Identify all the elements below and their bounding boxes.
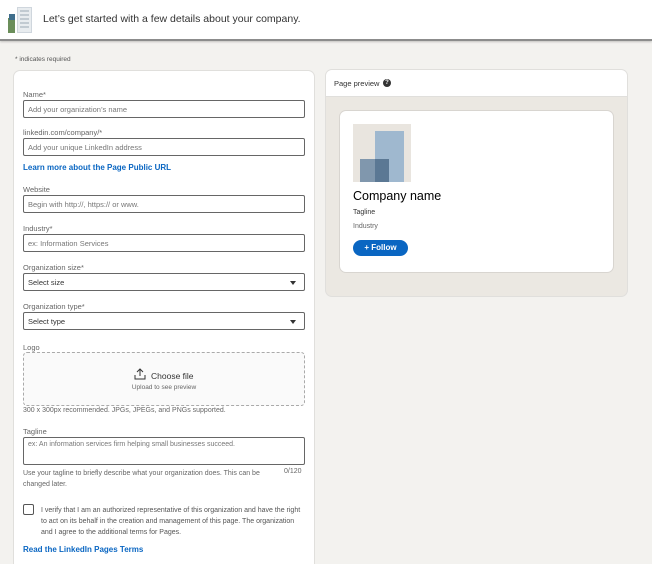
org-size-select[interactable]: Select size bbox=[23, 273, 305, 291]
org-type-label: Organization type* bbox=[23, 302, 85, 311]
page-preview-header: Page preview ? bbox=[326, 70, 627, 97]
website-input[interactable] bbox=[23, 195, 305, 213]
name-input[interactable] bbox=[23, 100, 305, 118]
chevron-down-icon bbox=[290, 281, 296, 285]
org-type-select[interactable]: Select type bbox=[23, 312, 305, 330]
company-tagline: Tagline bbox=[353, 209, 376, 216]
tagline-input[interactable] bbox=[23, 437, 305, 465]
tagline-counter: 0/120 bbox=[284, 468, 302, 475]
required-note: * indicates required bbox=[15, 56, 71, 63]
org-type-value: Select type bbox=[28, 317, 66, 326]
url-label: linkedin.com/company/* bbox=[23, 128, 103, 137]
industry-input[interactable] bbox=[23, 234, 305, 252]
building-logo-icon bbox=[360, 131, 404, 182]
logo-recommendation: 300 x 300px recommended. JPGs, JPEGs, an… bbox=[23, 407, 226, 414]
pages-terms-link[interactable]: Read the LinkedIn Pages Terms bbox=[23, 545, 143, 554]
help-icon[interactable]: ? bbox=[383, 79, 391, 87]
tagline-help-text: Use your tagline to briefly describe wha… bbox=[23, 470, 260, 488]
org-size-label: Organization size* bbox=[23, 263, 84, 272]
website-label: Website bbox=[23, 185, 50, 194]
choose-file-button[interactable]: Choose file bbox=[151, 371, 194, 381]
company-name: Company name bbox=[353, 189, 442, 203]
company-logo-placeholder bbox=[353, 124, 411, 182]
name-label: Name* bbox=[23, 90, 46, 99]
company-preview-card: Company name Tagline Industry + Follow bbox=[340, 111, 613, 272]
logo-upload-area[interactable]: Choose file Upload to see preview bbox=[23, 352, 305, 406]
page-preview-panel: Page preview ? Company name Tagline Indu… bbox=[326, 70, 627, 296]
url-input[interactable] bbox=[23, 138, 305, 156]
company-industry: Industry bbox=[353, 223, 378, 230]
upload-icon bbox=[134, 368, 146, 380]
page-header: Let’s get started with a few details abo… bbox=[0, 0, 652, 41]
learn-more-url-link[interactable]: Learn more about the Page Public URL bbox=[23, 163, 171, 172]
page-title: Let’s get started with a few details abo… bbox=[43, 13, 301, 25]
verify-checkbox[interactable] bbox=[23, 504, 34, 515]
chevron-down-icon bbox=[290, 320, 296, 324]
industry-label: Industry* bbox=[23, 224, 53, 233]
org-size-value: Select size bbox=[28, 278, 65, 287]
follow-button[interactable]: + Follow bbox=[353, 240, 408, 256]
logo-label: Logo bbox=[23, 343, 40, 352]
company-building-icon bbox=[8, 7, 32, 33]
page-preview-title: Page preview bbox=[334, 79, 380, 88]
upload-hint: Upload to see preview bbox=[131, 384, 197, 391]
verify-text: I verify that I am an authorized represe… bbox=[41, 507, 301, 536]
tagline-label: Tagline bbox=[23, 427, 47, 436]
